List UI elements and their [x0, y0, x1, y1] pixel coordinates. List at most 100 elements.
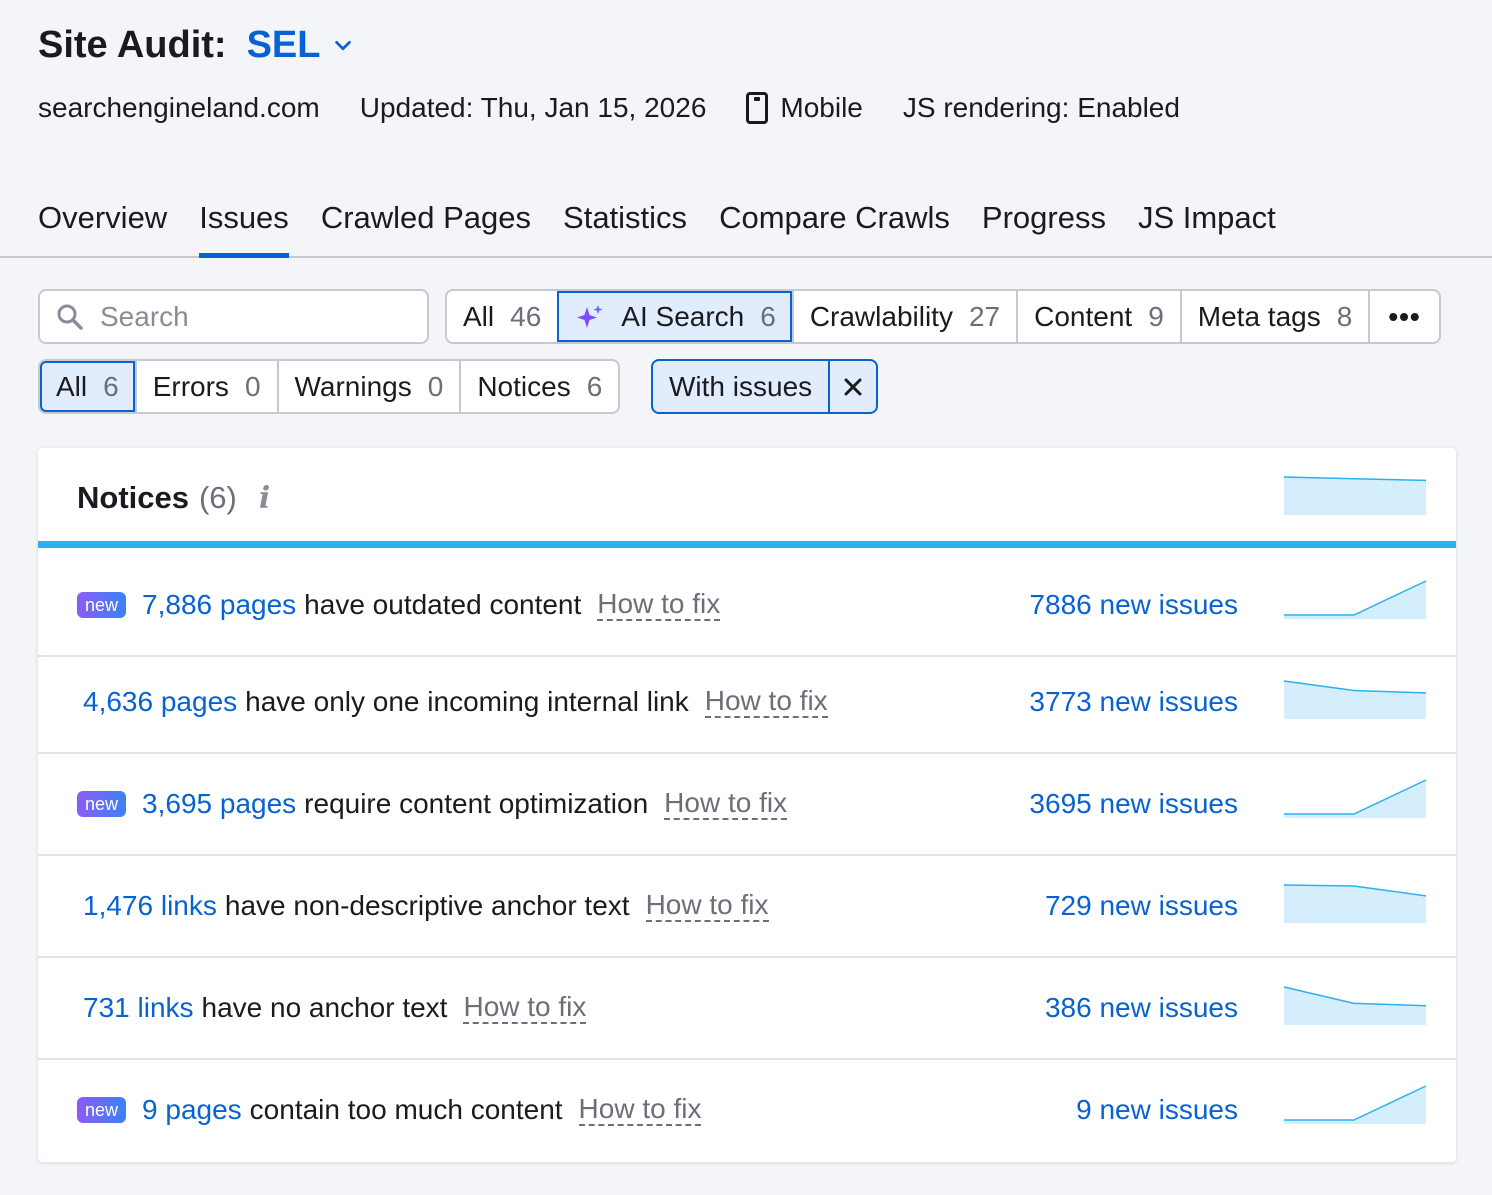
issue-description: 731 links have no anchor text How to fix [83, 992, 587, 1024]
issue-description: 1,476 links have non-descriptive anchor t… [83, 890, 769, 922]
issue-row: new 9 pages contain too much content How to… [38, 1060, 1456, 1162]
tab-statistics[interactable]: Statistics [563, 190, 687, 256]
how-to-fix-link[interactable]: How to fix [664, 788, 788, 820]
issue-count-link[interactable]: 4,636 pages [83, 686, 237, 718]
new-badge: new [77, 791, 127, 817]
main-tabs: Overview Issues Crawled Pages Statistics… [0, 190, 1492, 258]
tab-compare-crawls[interactable]: Compare Crawls [719, 190, 950, 256]
tab-crawled-pages[interactable]: Crawled Pages [321, 190, 531, 256]
severity-filter: All 6 Errors 0 Warnings 0 Notices 6 [38, 359, 621, 414]
issue-row: 4,636 pages have only one incoming intern… [38, 652, 1456, 754]
issue-description: new 7,886 pages have outdated content How t… [77, 589, 721, 621]
notices-trend-chart [1283, 475, 1427, 515]
more-categories-button[interactable]: ••• [1368, 291, 1438, 342]
sparkline [1283, 476, 1427, 515]
more-dots-icon: ••• [1388, 300, 1421, 332]
sparkline-area [1284, 681, 1426, 719]
issue-row: 1,476 links have non-descriptive anchor t… [38, 856, 1456, 958]
new-issues-link[interactable]: 7886 new issues [1029, 589, 1238, 621]
issue-count-link[interactable]: 1,476 links [83, 890, 217, 922]
new-badge: new [77, 592, 127, 618]
issue-trend-chart [1284, 579, 1427, 619]
issue-trend-chart [1284, 778, 1427, 818]
issue-count-link[interactable]: 7,886 pages [142, 589, 296, 621]
tab-js-impact[interactable]: JS Impact [1138, 190, 1276, 256]
category-ai-search[interactable]: AI Search 6 [557, 291, 792, 342]
issue-description: 4,636 pages have only one incoming intern… [83, 686, 828, 718]
issue-row: 731 links have no anchor text How to fix 38… [38, 958, 1456, 1060]
issue-count-link[interactable]: 9 pages [142, 1094, 242, 1126]
how-to-fix-link[interactable]: How to fix [645, 890, 769, 922]
how-to-fix-link[interactable]: How to fix [578, 1094, 702, 1126]
how-to-fix-link[interactable]: How to fix [463, 992, 587, 1024]
search-box [38, 289, 429, 344]
issue-text: contain too much content [249, 1094, 563, 1125]
issue-description: new 3,695 pages require content optimizati… [77, 788, 788, 820]
sparkline-area [1284, 885, 1426, 923]
category-content[interactable]: Content 9 [1016, 291, 1180, 342]
notices-card-header: Notices (6) i [38, 448, 1456, 548]
issue-trend-chart [1283, 883, 1427, 923]
sparkline [1284, 1085, 1427, 1124]
tab-issues[interactable]: Issues [199, 190, 289, 258]
new-issues-link[interactable]: 3695 new issues [1029, 788, 1238, 820]
severity-errors[interactable]: Errors 0 [134, 361, 277, 412]
severity-all[interactable]: All 6 [40, 361, 135, 412]
info-icon[interactable]: i [259, 481, 270, 516]
mobile-device-icon [746, 92, 769, 124]
issue-text: have outdated content [304, 589, 582, 620]
how-to-fix-link[interactable]: How to fix [597, 589, 721, 621]
site-audit-title: Site Audit: [38, 24, 227, 66]
severity-notices[interactable]: Notices 6 [459, 361, 618, 412]
notices-card: Notices (6) i new 7,886 pages have outdate… [38, 448, 1456, 1162]
search-icon [57, 304, 83, 330]
issue-count-link[interactable]: 3,695 pages [142, 788, 296, 820]
js-rendering-label: JS rendering: Enabled [902, 92, 1180, 123]
issue-trend-chart [1283, 985, 1427, 1025]
issue-count-link[interactable]: 731 links [83, 992, 194, 1024]
new-issues-link[interactable]: 3773 new issues [1029, 686, 1238, 718]
notices-title: Notices (6) i [77, 480, 271, 516]
updated-label: Updated: Thu, Jan 15, 2026 [359, 92, 707, 123]
audit-meta: searchengineland.com Updated: Thu, Jan 1… [38, 92, 1220, 124]
notices-count: (6) [198, 480, 237, 515]
category-crawlability[interactable]: Crawlability 27 [791, 291, 1016, 342]
issue-description: new 9 pages contain too much content How to… [77, 1094, 702, 1126]
new-issues-link[interactable]: 729 new issues [1045, 890, 1238, 922]
category-filter: All 46 AI Search 6 Crawlability 27 Conte… [445, 289, 1441, 344]
issue-text: have non-descriptive anchor text [224, 890, 630, 921]
issue-row: new 3,695 pages require content optimizati… [38, 754, 1456, 856]
sparkline [1284, 779, 1427, 818]
issue-trend-chart [1283, 679, 1427, 719]
sparkline [1283, 680, 1427, 719]
sparkline [1283, 884, 1427, 923]
sparkle-icon [577, 304, 603, 328]
with-issues-chip-label[interactable]: With issues [653, 361, 828, 412]
search-input[interactable] [100, 300, 390, 333]
new-issues-link[interactable]: 9 new issues [1076, 1094, 1238, 1126]
issue-text: require content optimization [304, 788, 649, 819]
close-icon [844, 378, 862, 395]
issue-trend-chart [1284, 1084, 1427, 1124]
issue-text: have no anchor text [201, 992, 448, 1023]
new-issues-link[interactable]: 386 new issues [1045, 992, 1238, 1024]
issue-text: have only one incoming internal link [245, 686, 689, 717]
page-title: Site Audit: SEL [38, 24, 354, 67]
category-meta-tags[interactable]: Meta tags 8 [1179, 291, 1369, 342]
tab-progress[interactable]: Progress [982, 190, 1106, 256]
sparkline [1284, 580, 1427, 619]
tab-overview[interactable]: Overview [38, 190, 167, 256]
category-all[interactable]: All 46 [447, 291, 557, 342]
new-badge: new [77, 1097, 127, 1123]
issue-row: new 7,886 pages have outdated content How t… [38, 555, 1456, 657]
project-selector[interactable]: SEL [247, 24, 355, 67]
remove-filter-button[interactable] [828, 361, 876, 412]
severity-warnings[interactable]: Warnings 0 [276, 361, 460, 412]
how-to-fix-link[interactable]: How to fix [704, 686, 828, 718]
sparkline [1283, 986, 1427, 1025]
domain-label: searchengineland.com [38, 92, 320, 123]
device-label: Mobile [746, 92, 863, 124]
sparkline-area [1284, 581, 1426, 619]
sparkline-area [1284, 780, 1426, 818]
project-name: SEL [246, 24, 321, 66]
